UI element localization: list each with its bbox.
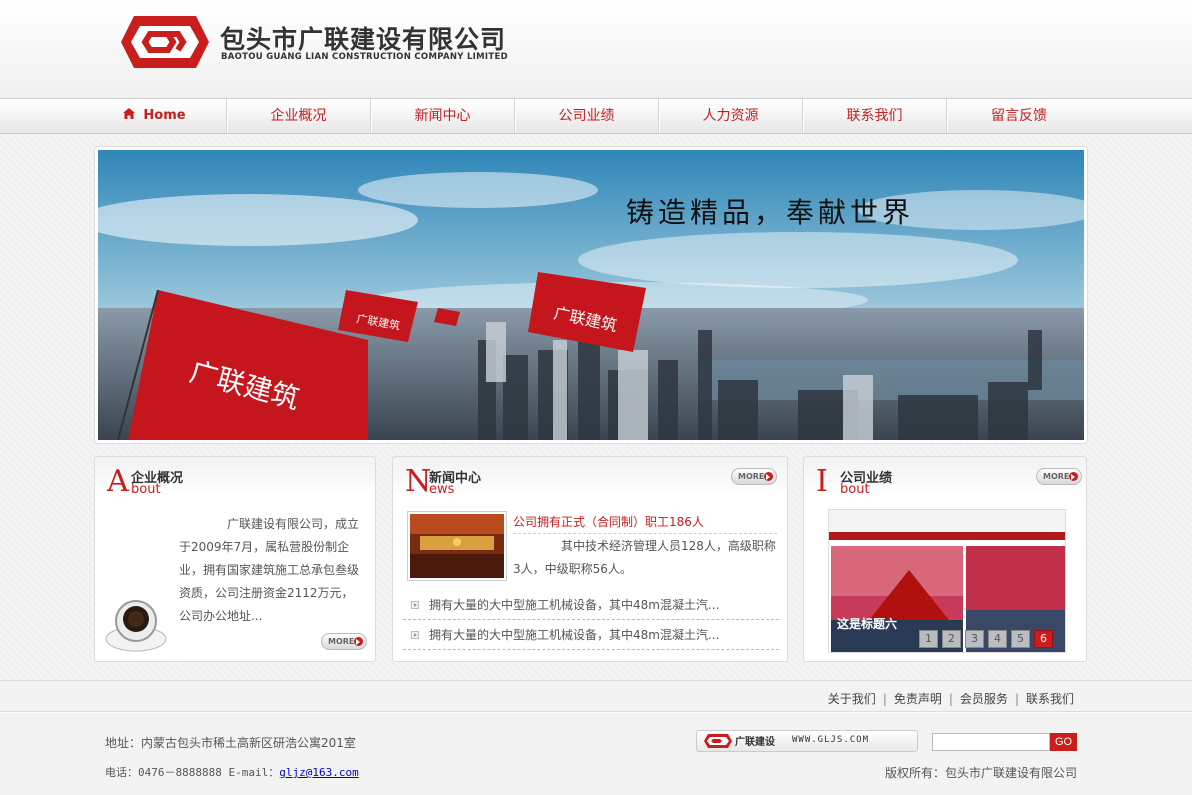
news-more-button[interactable]: MORE <box>731 468 777 485</box>
footer-contact: 电话：0476－8888888 E-mail：gljz@163.com <box>105 764 359 780</box>
title-letter: I <box>816 464 828 499</box>
page-button[interactable]: 1 <box>919 630 938 648</box>
list-item-text: 拥有大量的大中型施工机械设备，其中48m混凝土汽... <box>429 598 720 612</box>
about-panel: A 企业概况 bout 广联建设有限公司，成立于2009年7月，属私营股份制企业… <box>94 456 376 662</box>
nav-item-home[interactable]: Home <box>83 99 227 133</box>
slide-caption: 这是标题六 <box>837 617 898 631</box>
footer-links: 关于我们 | 免责声明 | 会员服务 | 联系我们 <box>828 690 1074 707</box>
coffee-cup-icon <box>105 600 167 652</box>
separator: | <box>1014 692 1019 706</box>
copyright: 版权所有：包头市广联建设有限公司 <box>884 766 1077 780</box>
about-more-button[interactable]: MORE <box>321 633 367 650</box>
page-button[interactable]: 2 <box>942 630 961 648</box>
news-headline[interactable]: 公司拥有正式（合同制）职工186人 <box>513 513 704 530</box>
guanglian-logo[interactable] <box>120 14 210 70</box>
main-nav: Home 企业概况 新闻中心 公司业绩 人力资源 联系我们 留言反馈 <box>0 98 1192 134</box>
list-item-text: 拥有大量的大中型施工机械设备，其中48m混凝土汽... <box>429 628 720 642</box>
search-input[interactable] <box>932 733 1050 751</box>
nav-item-hr[interactable]: 人力资源 <box>659 99 803 133</box>
footer-logo-url: WWW.GLJS.COM <box>792 735 870 745</box>
about-text: 广联建设有限公司，成立于2009年7月，属私营股份制企业，拥有国家建筑施工总承包… <box>179 517 360 623</box>
footer-link-contact[interactable]: 联系我们 <box>1026 692 1074 706</box>
title-en: bout <box>840 482 870 497</box>
footer-link-disclaimer[interactable]: 免责声明 <box>894 692 942 706</box>
hero-banner: 广联建筑 广联建筑 广联建筑 铸造精品，奉献世界 <box>94 146 1088 444</box>
title-letter: A <box>107 464 129 499</box>
nav-item-news[interactable]: 新闻中心 <box>371 99 515 133</box>
title-letter: N <box>405 464 432 499</box>
nav-item-about[interactable]: 企业概况 <box>227 99 371 133</box>
divider <box>513 533 777 534</box>
banner-slogan: 铸造精品，奉献世界 <box>626 196 914 229</box>
news-summary: 其中技术经济管理人员128人，高级职称3人，中级职称56人。 <box>513 539 776 576</box>
title-en: ews <box>429 482 455 497</box>
nav-item-feedback[interactable]: 留言反馈 <box>947 99 1091 133</box>
page-button[interactable]: 3 <box>965 630 984 648</box>
footer-logo-banner[interactable]: 广联建设 WWW.GLJS.COM <box>696 730 918 752</box>
page-button-active[interactable]: 6 <box>1034 630 1053 648</box>
slide-pager: 1 2 3 4 5 6 <box>919 630 1057 648</box>
footer-divider <box>0 711 1192 712</box>
news-list: 拥有大量的大中型施工机械设备，其中48m混凝土汽... 拥有大量的大中型施工机械… <box>403 590 779 650</box>
banner-image: 广联建筑 广联建筑 广联建筑 铸造精品，奉献世界 <box>98 150 1084 440</box>
nav-item-performance[interactable]: 公司业绩 <box>515 99 659 133</box>
phone-text: 电话：0476－8888888 E-mail： <box>105 766 280 779</box>
separator: | <box>882 692 887 706</box>
site-header: 包头市广联建设有限公司 BAOTOU GUANG LIAN CONSTRUCTI… <box>0 0 1192 98</box>
footer-link-about[interactable]: 关于我们 <box>828 692 876 706</box>
bullet-icon <box>411 631 419 639</box>
footer-address: 地址：内蒙古包头市稀土高新区研浩公寓201室 <box>105 736 356 750</box>
company-name-en: BAOTOU GUANG LIAN CONSTRUCTION COMPANY L… <box>221 52 508 62</box>
site-footer: 关于我们 | 免责声明 | 会员服务 | 联系我们 地址：内蒙古包头市稀土高新区研浩公寓20… <box>0 680 1192 795</box>
bullet-icon <box>411 601 419 609</box>
performance-more-button[interactable]: MORE <box>1036 468 1082 485</box>
title-en: bout <box>131 482 161 497</box>
performance-panel: I 公司业绩 bout MORE 这是标题六 1 2 3 4 5 6 <box>803 456 1087 662</box>
home-icon <box>123 99 136 133</box>
email-link[interactable]: gljz@163.com <box>279 766 358 779</box>
company-name-cn: 包头市广联建设有限公司 <box>220 25 507 54</box>
news-thumbnail[interactable] <box>407 511 507 581</box>
nav-item-contact[interactable]: 联系我们 <box>803 99 947 133</box>
list-item[interactable]: 拥有大量的大中型施工机械设备，其中48m混凝土汽... <box>403 620 779 650</box>
separator: | <box>948 692 953 706</box>
news-panel: N 新闻中心 ews MORE 公司拥有正式（合同制）职工186人 其中技术经济… <box>392 456 788 662</box>
list-item[interactable]: 拥有大量的大中型施工机械设备，其中48m混凝土汽... <box>403 590 779 620</box>
performance-slideshow[interactable]: 这是标题六 1 2 3 4 5 6 <box>828 509 1066 653</box>
guanglian-logo-icon <box>704 734 732 748</box>
page-button[interactable]: 4 <box>988 630 1007 648</box>
footer-link-members[interactable]: 会员服务 <box>960 692 1008 706</box>
search-go-button[interactable]: GO <box>1050 733 1077 751</box>
footer-logo-name: 广联建设 <box>735 737 775 748</box>
page-button[interactable]: 5 <box>1011 630 1030 648</box>
nav-item-label: Home <box>143 108 186 123</box>
